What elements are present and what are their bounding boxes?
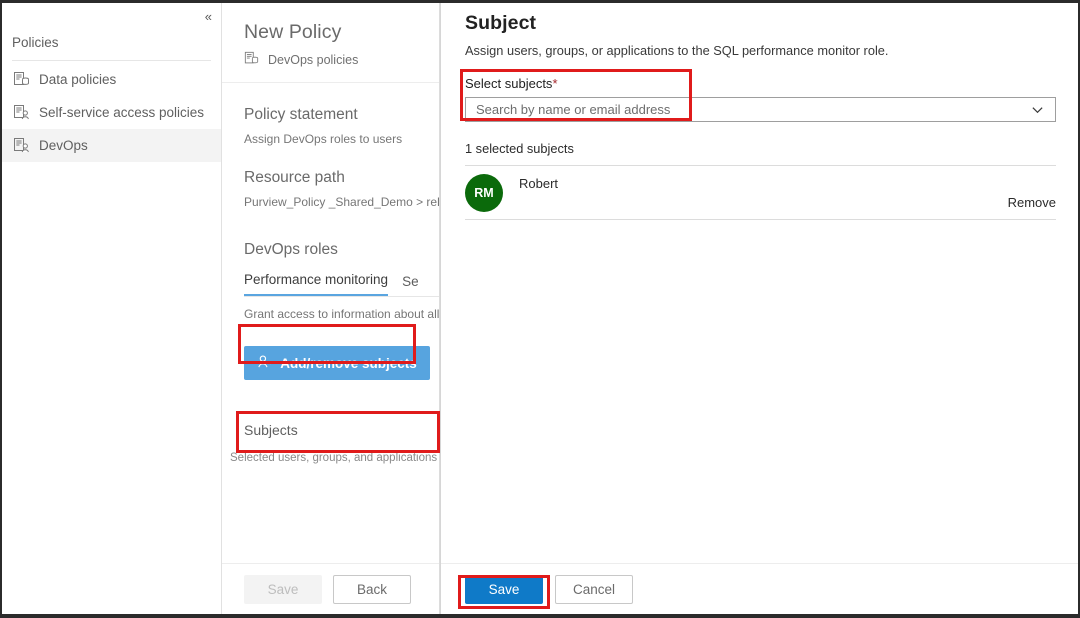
subject-save-button[interactable]: Save <box>465 575 543 604</box>
document-person-icon <box>13 137 30 154</box>
sidebar-item-devops[interactable]: DevOps <box>2 129 221 162</box>
search-subjects-wrapper <box>441 91 1078 122</box>
sidebar-item-data-policies[interactable]: Data policies <box>2 63 221 96</box>
subject-cancel-button[interactable]: Cancel <box>555 575 633 604</box>
tab-performance-monitoring[interactable]: Performance monitoring <box>244 272 388 296</box>
avatar: RM <box>465 174 503 212</box>
sidebar-title: Policies <box>2 29 221 60</box>
subject-name: Robert <box>519 176 1008 191</box>
panel-header: New Policy DevOps policies <box>222 3 439 83</box>
add-remove-subjects-button[interactable]: Add/remove subjects <box>244 346 430 380</box>
policy-statement-description: Assign DevOps roles to users <box>244 132 439 146</box>
collapse-panel-icon[interactable]: « <box>205 10 211 23</box>
sidebar-item-self-service-access-policies[interactable]: Self-service access policies <box>2 96 221 129</box>
grant-access-note: Grant access to information about all <box>244 307 439 321</box>
new-policy-panel: New Policy DevOps policies Policy statem… <box>222 3 440 614</box>
tab-security[interactable]: Se <box>402 274 419 296</box>
search-subjects-input[interactable] <box>466 98 1019 121</box>
flyout-footer: Save Cancel <box>441 563 1078 614</box>
sidebar-item-label: Data policies <box>39 72 116 87</box>
policy-back-button[interactable]: Back <box>333 575 411 604</box>
application-window: « Policies Data policies <box>0 0 1080 618</box>
policy-statement-heading: Policy statement <box>244 106 439 124</box>
panel-subtitle-label: DevOps policies <box>268 53 358 67</box>
policy-save-button: Save <box>244 575 322 604</box>
sidebar-item-label: Self-service access policies <box>39 105 204 120</box>
subject-list-item: RM Robert Remove <box>465 166 1056 220</box>
page-title: New Policy <box>244 21 439 44</box>
subjects-heading: Subjects <box>222 422 439 438</box>
add-remove-subjects-label: Add/remove subjects <box>280 356 417 371</box>
panel-body: Policy statement Assign DevOps roles to … <box>222 106 439 380</box>
document-database-icon <box>13 71 30 88</box>
document-database-icon <box>244 51 261 68</box>
sidebar-divider <box>12 60 211 61</box>
devops-roles-tabs: Performance monitoring Se <box>244 272 440 297</box>
required-marker: * <box>552 76 557 91</box>
selected-subjects-count: 1 selected subjects <box>441 122 1078 156</box>
search-subjects-box[interactable] <box>465 97 1056 122</box>
panel-footer: Save Back <box>222 563 439 614</box>
left-sidebar: « Policies Data policies <box>2 3 222 614</box>
remove-subject-link[interactable]: Remove <box>1008 195 1056 210</box>
resource-path-breadcrumb: Purview_Policy _Shared_Demo > rele <box>244 195 439 209</box>
subject-flyout-panel: Subject Assign users, groups, or applica… <box>440 3 1078 614</box>
devops-roles-heading: DevOps roles <box>244 241 439 259</box>
person-add-icon <box>257 354 272 372</box>
select-subjects-label: Select subjects* <box>441 58 1078 91</box>
chevron-down-icon[interactable] <box>1019 98 1055 121</box>
subjects-note: Selected users, groups, and applications… <box>222 452 439 464</box>
flyout-title: Subject <box>441 3 1078 35</box>
flyout-description: Assign users, groups, or applications to… <box>441 35 1078 58</box>
collapse-row: « <box>2 3 221 29</box>
panel-subtitle: DevOps policies <box>244 51 439 68</box>
document-person-icon <box>13 104 30 121</box>
sidebar-item-label: DevOps <box>39 138 88 153</box>
select-subjects-label-text: Select subjects <box>465 76 552 91</box>
resource-path-heading: Resource path <box>244 169 439 187</box>
